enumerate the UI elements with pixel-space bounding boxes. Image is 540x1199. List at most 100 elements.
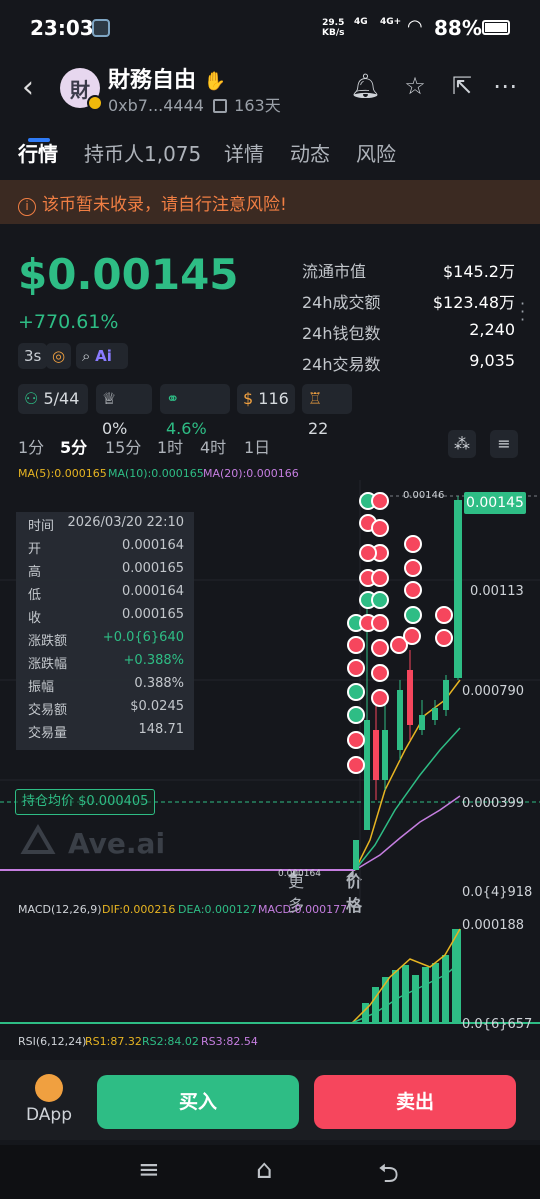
risk-warning-banner: i 该币暂未收录，请自行注意风险! (0, 180, 540, 224)
ohlc-row: 收 0.000165 (28, 607, 184, 626)
tab-risk[interactable]: 风险 (356, 138, 396, 167)
signal-4g: 4G (354, 17, 368, 27)
ohlc-row: 开 0.000164 (28, 538, 184, 557)
macd-y-top: 0.000188 (462, 918, 525, 933)
rsi-3: RS3:82.54 (201, 1035, 258, 1048)
current-price: $0.00145 (18, 250, 239, 299)
chart-settings-icon[interactable]: ≡ (490, 430, 518, 458)
y-label: 0.00113 (470, 584, 524, 599)
ohlc-row: 振幅 0.388% (28, 676, 184, 695)
rsi-1: RS1:87.32 (85, 1035, 142, 1048)
tf-1h[interactable]: 1时 (157, 434, 183, 458)
home-icon[interactable]: ⌂ (256, 1155, 273, 1185)
watermark-logo-icon (20, 824, 56, 854)
ma10-label: MA(10):0.000165 (108, 467, 204, 480)
dapp-icon (35, 1074, 63, 1102)
bell-icon[interactable]: 🔔︎ (350, 72, 380, 102)
recent-apps-icon[interactable]: ≡ (138, 1155, 160, 1185)
y-label: 0.000790 (462, 684, 525, 699)
y-top-label: 0.00146 (403, 490, 445, 501)
app-notification-icon (92, 19, 110, 37)
macd-chart[interactable] (0, 915, 540, 1030)
battery-icon (482, 20, 510, 35)
trophy-icon: ♖ (308, 389, 323, 408)
info-icon: i (18, 198, 36, 216)
stat-value: 9,035 (469, 351, 515, 370)
tf-15m[interactable]: 15分 (105, 434, 141, 458)
tab-holders[interactable]: 持币人1,075 (84, 138, 201, 167)
ohlc-row: 高 0.000165 (28, 561, 184, 580)
hand-icon: ✋ (203, 71, 227, 92)
token-avatar: 財 (60, 68, 103, 111)
watermark: Ave.ai (68, 827, 165, 860)
token-subinfo: 0xb7...4444 163天 (108, 92, 281, 116)
tab-activity[interactable]: 动态 (290, 138, 330, 167)
stat-value: 2,240 (469, 320, 515, 339)
avg-hold-price: 持仓均价 $0.000405 (15, 789, 156, 815)
ma20-label: MA(20):0.000166 (203, 467, 299, 480)
token-name: 財務自由 ✋ (108, 68, 227, 93)
user-icon: ⚇ (24, 389, 39, 408)
y-label: 0.000399 (462, 796, 525, 811)
tf-4h[interactable]: 4时 (200, 434, 226, 458)
badge-snipers[interactable]: $ 116 (237, 384, 295, 414)
status-bar: 23:03 29.5 KB/s 4G 4G+ ◠ 88% (0, 0, 540, 58)
tf-1d[interactable]: 1日 (244, 434, 270, 458)
system-nav-bar: ≡ ⌂ ⮌ (0, 1145, 540, 1199)
signal-4g-plus: 4G+ (380, 17, 402, 27)
stat-label: 24h交易数 (302, 355, 381, 374)
back-nav-icon[interactable]: ⮌ (378, 1155, 399, 1199)
tab-details[interactable]: 详情 (224, 138, 264, 167)
active-tab-indicator (28, 138, 50, 142)
stats-more-icon[interactable]: · · · (520, 296, 525, 328)
tab-market[interactable]: 行情 (18, 138, 58, 167)
dapp-button[interactable]: DApp (22, 1074, 76, 1125)
token-age: 163天 (234, 96, 281, 115)
ohlc-row: 交易额 $0.0245 (28, 699, 184, 718)
stat-label: 24h钱包数 (302, 324, 381, 343)
tf-1m[interactable]: 1分 (18, 434, 44, 458)
link-icon: ⚭ (166, 389, 180, 408)
badge-bundle[interactable]: ⚭ 4.6% (160, 384, 230, 438)
ohlc-row: 涨跌额 +0.0{6}640 (28, 630, 184, 649)
chain-badge-icon (87, 95, 103, 111)
coins-icon[interactable]: ◎ (46, 343, 72, 369)
stat-label: 流通市值 (302, 262, 367, 281)
price-change: +770.61% (18, 311, 119, 333)
badge-top[interactable]: ♖ 22 (302, 384, 352, 438)
status-time: 23:03 (30, 16, 94, 40)
tf-5m[interactable]: 5分 (60, 434, 87, 458)
refresh-interval[interactable]: 3s (18, 343, 48, 369)
min-price-label: 0.000164 (278, 869, 321, 879)
badge-dev[interactable]: ♕ 0% (96, 384, 152, 438)
star-icon[interactable]: ☆ (400, 72, 430, 102)
chef-icon: ♕ (102, 389, 117, 408)
battery-level: 88% (434, 16, 482, 40)
stat-value: $123.48万 (432, 293, 515, 312)
sell-button[interactable]: 卖出 (314, 1075, 516, 1129)
contract-address[interactable]: 0xb7...4444 (108, 96, 204, 115)
ohlc-tooltip: 时间 2026/03/20 22:10 开 0.000164 高 0.000165 低… (16, 512, 194, 750)
ohlc-row: 低 0.000164 (28, 584, 184, 603)
ohlc-row: 涨跌幅 +0.388% (28, 653, 184, 672)
ohlc-row: 交易量 148.71 (28, 722, 184, 741)
buy-button[interactable]: 买入 (97, 1075, 299, 1129)
indicator-icon[interactable]: ⁂ (448, 430, 476, 458)
macd-y-bot: 0.0{6}657 (462, 1017, 533, 1032)
network-speed: 29.5 KB/s (322, 18, 345, 38)
more-icon[interactable]: ⋯ (490, 72, 520, 102)
y-label: 0.0{4}918 (462, 885, 533, 900)
ma5-label: MA(5):0.000165 (18, 467, 107, 480)
back-icon[interactable]: ‹ (22, 70, 34, 105)
search-ai-icon[interactable]: ⌕ Ai (76, 343, 128, 369)
wifi-icon: ◠ (407, 16, 423, 37)
stat-label: 24h成交额 (302, 293, 381, 312)
copy-icon[interactable] (213, 99, 228, 113)
last-price-tag: 0.00145 (464, 492, 526, 514)
moneybag-icon: $ (243, 389, 254, 408)
share-icon[interactable]: ⇱ (447, 72, 477, 102)
rsi-2: RS2:84.02 (142, 1035, 199, 1048)
rsi-label: RSI(6,12,24) (18, 1035, 87, 1048)
badge-insiders[interactable]: ⚇ 5/44 (18, 384, 88, 414)
stat-value: $145.2万 (443, 262, 515, 281)
